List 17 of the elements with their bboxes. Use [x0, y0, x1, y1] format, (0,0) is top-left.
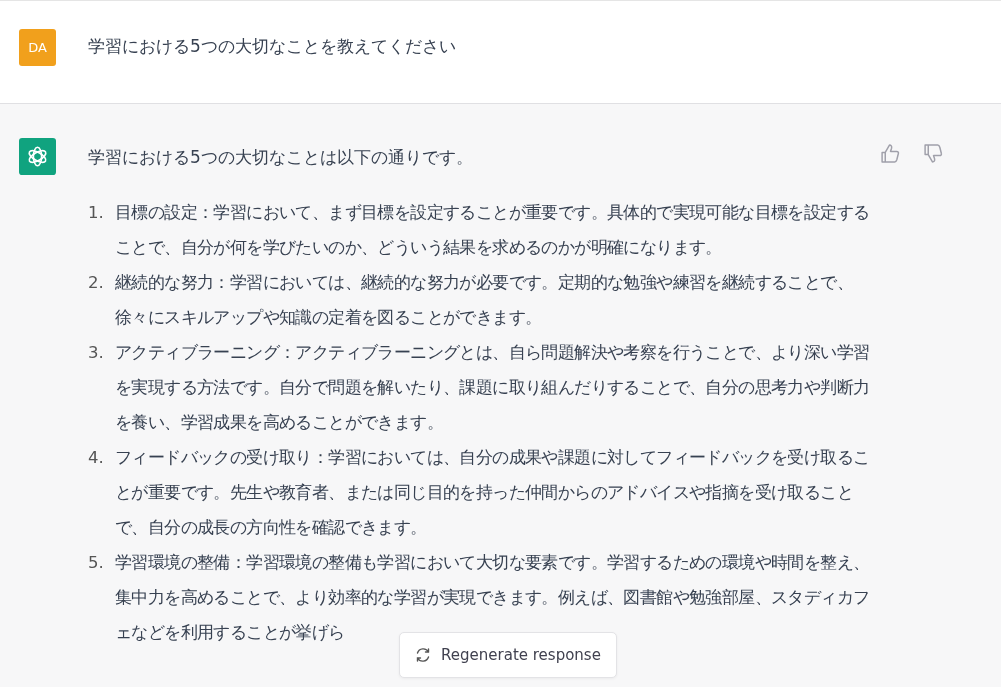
list-number: 2. [88, 272, 105, 294]
list-item-text: 目標の設定：学習において、まず目標を設定することが重要です。具体的で実現可能な目標を設定することで、自分が何を学びたいのか、どういう結果を求めるのかが明確になります。 [115, 202, 871, 259]
list-number: 1. [88, 202, 105, 224]
user-message: 学習における5つの大切なことを教えてください [88, 35, 456, 58]
thumbs-up-icon[interactable] [880, 143, 901, 164]
list-item-text: 継続的な努力：学習においては、継続的な努力が必要です。定期的な勉強や練習を継続することで、徐々にスキルアップや知識の定着を図ることができます。 [115, 272, 854, 329]
list-item-text: アクティブラーニング：アクティブラーニングとは、自ら問題解決や考察を行うことで、より深い学習を実現する方法です。自分で問題を解いたり、課題に取り組んだりすることで、自分の思考力や判断力を養い、学習成果を高めることができます。 [115, 342, 871, 434]
list-number: 4. [88, 447, 105, 469]
list-number: 5. [88, 552, 105, 574]
list-number: 3. [88, 342, 105, 364]
thumbs-down-icon[interactable] [923, 143, 944, 164]
user-avatar: DA [19, 29, 56, 66]
assistant-intro: 学習における5つの大切なことは以下の通りです。 [88, 146, 474, 169]
refresh-icon [415, 647, 432, 663]
regenerate-response-button[interactable]: Regenerate response [399, 632, 617, 678]
list-item-text: フィードバックの受け取り：学習においては、自分の成果や課題に対してフィードバックを受け取ることが重要です。先生や教育者、または同じ目的を持った仲間からのアドバイスや指摘を受け取ることで、自分の成長の方向性を確認できます。 [115, 447, 871, 539]
assistant-logo-icon [19, 138, 56, 175]
